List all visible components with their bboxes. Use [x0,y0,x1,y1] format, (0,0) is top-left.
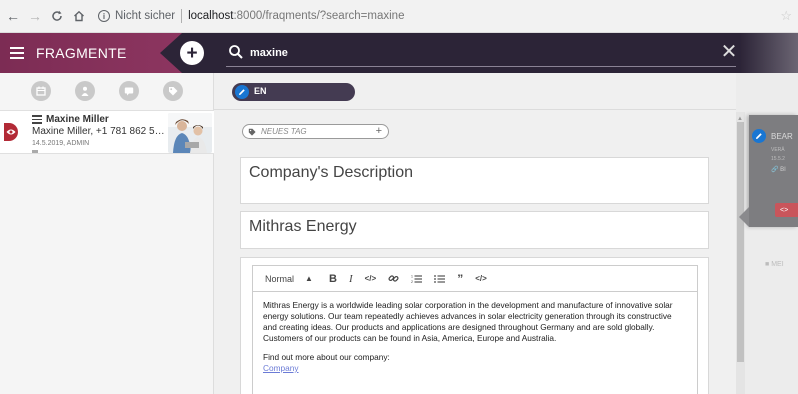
calendar-filter-button[interactable] [30,81,51,101]
search-underline [226,66,736,67]
editor-container: Normal ▲︎ B I </> 12 ” </> Mithras Energ… [240,257,709,394]
search-result-card[interactable]: Maxine Miller Maxine Miller, +1 781 862 … [0,110,214,154]
language-selector[interactable]: EN [232,83,355,101]
history-tag-label: BI [780,167,786,173]
history-tag: 🔗 BI [771,167,786,173]
pencil-icon [752,129,766,143]
brand-area: FRAGMENTE [0,33,182,73]
svg-text:2: 2 [411,280,413,284]
message-filter-button[interactable] [118,81,139,101]
content-divider [214,109,736,110]
forward-icon[interactable]: → [26,7,44,25]
clear-search-icon[interactable]: ✕ [720,42,738,62]
edit-history-card[interactable]: BEAR VERÄ 15.5.2 🔗 BI <> [739,115,798,227]
search-icon [229,45,243,59]
svg-text:1: 1 [411,274,413,278]
editor-paragraph: Mithras Energy is a worldwide leading so… [263,300,673,343]
text-lines-icon [32,115,42,124]
history-subtitle: VERÄ [771,147,785,153]
security-label: Nicht sicher [115,10,176,22]
url-path: :8000/fraqments/?search=maxine [233,10,405,22]
main-scrollbar[interactable]: ▲ [736,112,745,394]
result-name: Maxine Miller [46,114,109,125]
eye-icon[interactable] [4,123,18,141]
card-pointer [739,207,749,227]
link-icon[interactable] [388,273,399,284]
result-thumbnail [168,113,212,153]
result-indicator [32,150,38,153]
title-field[interactable]: Company's Description [240,157,709,204]
code-icon[interactable]: </> [365,274,377,283]
italic-icon[interactable]: I [349,273,353,285]
search-input[interactable] [250,43,710,63]
new-tag-label: NEUES TAG [261,127,307,136]
main-content: EN NEUES TAG + Company's Description Mit… [214,73,736,394]
history-title: BEAR [771,132,793,141]
person-icon [81,86,88,96]
address-bar[interactable]: i Nicht sicher localhost:8000/fraqments/… [98,9,404,23]
language-label: EN [254,86,267,96]
bullet-list-icon[interactable] [434,274,446,284]
result-description: Maxine Miller, +1 781 862 5511, ... [32,126,168,137]
app-header: FRAGMENTE + ✕ [0,33,798,73]
bookmark-star-icon[interactable]: ☆ [780,8,792,24]
format-select-arrows-icon[interactable]: ▲︎ [305,274,329,283]
add-tag-icon[interactable]: + [376,125,382,137]
sidebar: Maxine Miller Maxine Miller, +1 781 862 … [0,73,214,394]
header-fade [740,33,798,73]
right-panel: BEAR VERÄ 15.5.2 🔗 BI <> ■ MEI [739,73,798,394]
comments-label-text: MEI [771,261,784,268]
editor-toolbar: Normal ▲︎ B I </> 12 ” </> [253,266,697,292]
tag-icon [248,128,256,136]
company-field[interactable]: Mithras Energy [240,211,709,249]
reload-icon[interactable] [48,7,66,25]
view-code-button[interactable]: <> [775,203,798,217]
company-value: Mithras Energy [249,218,357,235]
title-value: Company's Description [249,164,414,181]
quote-icon[interactable]: ” [457,272,463,286]
ordered-list-icon[interactable]: 12 [411,274,423,284]
back-icon[interactable]: ← [4,7,22,25]
rich-text-editor[interactable]: Normal ▲︎ B I </> 12 ” </> Mithras Energ… [252,265,698,394]
comments-label: ■ MEI [765,261,784,268]
calendar-icon [35,86,46,96]
url-host: localhost [188,10,234,22]
edit-language-icon[interactable] [235,85,249,99]
message-icon [124,87,133,96]
add-fragment-button[interactable]: + [180,41,204,65]
bold-icon[interactable]: B [329,273,337,285]
editor-paragraph-2: Find out more about our company: [263,352,390,362]
tag-icon [168,87,177,96]
code-block-icon[interactable]: </> [475,274,487,283]
tag-filter-button[interactable] [162,81,183,101]
filter-row [0,73,213,109]
result-meta: 14.5.2019, ADMIN [32,140,90,147]
editor-body[interactable]: Mithras Energy is a worldwide leading so… [253,292,697,374]
person-filter-button[interactable] [74,81,95,101]
company-link[interactable]: Company [263,363,299,373]
new-tag-button[interactable]: NEUES TAG + [242,124,389,139]
brand-title: FRAGMENTE [36,45,127,61]
menu-icon[interactable] [10,47,24,59]
info-icon[interactable]: i [98,10,110,22]
scroll-thumb[interactable] [737,122,744,362]
address-separator [181,9,183,23]
history-date: 15.5.2 [771,156,785,162]
format-select[interactable]: Normal [265,274,305,284]
home-icon[interactable] [70,7,88,25]
browser-toolbar: ← → i Nicht sicher localhost:8000/fraqme… [0,0,798,33]
